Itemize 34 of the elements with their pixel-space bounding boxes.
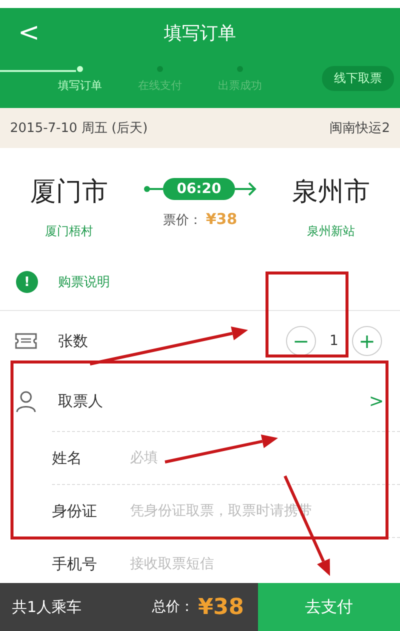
total-label: 总价： <box>152 598 194 616</box>
bus-name: 闽南快运2 <box>330 120 390 137</box>
input-field[interactable]: 接收取票短信 <box>128 555 400 573</box>
total-price: ¥38 <box>198 594 244 620</box>
input-field[interactable]: 必填 <box>128 449 400 467</box>
trip-date: 2015-7-10 周五 (后天) <box>10 120 148 137</box>
plus-button[interactable]: + <box>352 326 382 356</box>
ticket-icon <box>14 331 38 351</box>
chevron-button[interactable]: > <box>362 390 390 412</box>
departure-city: 厦门市 <box>30 176 108 209</box>
minus-button[interactable]: − <box>286 326 316 356</box>
field-label: 身份证 <box>52 502 98 520</box>
back-button[interactable]: < <box>12 16 46 50</box>
info-icon: ! <box>16 271 38 293</box>
line-start-icon <box>142 183 163 195</box>
page-title: 填写订单 <box>164 22 236 45</box>
arrival-city: 泉州市 <box>292 176 370 209</box>
departure-station: 厦门梧村 <box>45 223 93 240</box>
person-icon <box>14 389 38 413</box>
departure-time: 06:20 <box>162 178 236 200</box>
quantity-label: 张数 <box>58 332 88 350</box>
quantity-value: 1 <box>328 333 340 349</box>
field-label: 手机号 <box>52 554 98 574</box>
field-label: 姓名 <box>52 448 83 468</box>
rider-count: 共1人乘车 <box>11 598 83 616</box>
arrival-station: 泉州新站 <box>306 223 355 240</box>
purchase-notes-link[interactable]: 购票说明 <box>58 273 110 291</box>
arrow-icon <box>235 182 258 196</box>
progress-step[interactable]: 填写订单 <box>40 66 120 93</box>
offline-pickup-button[interactable]: 线下取票 <box>322 66 394 91</box>
ticket-collector-label: 取票人 <box>58 392 103 410</box>
pay-button[interactable]: 去支付 <box>258 583 400 631</box>
price-label: 票价： <box>162 212 202 229</box>
ticket-price: ¥38 <box>206 210 238 228</box>
